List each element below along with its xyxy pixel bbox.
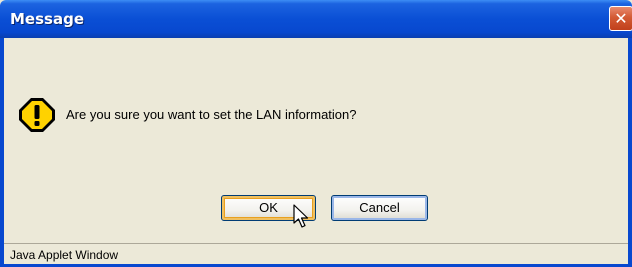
- mouse-pointer-icon: [293, 204, 309, 228]
- dialog-message: Are you sure you want to set the LAN inf…: [66, 107, 357, 122]
- dialog-body: Are you sure you want to set the LAN inf…: [4, 38, 628, 243]
- warning-icon: [19, 98, 55, 132]
- window-title: Message: [10, 10, 84, 28]
- close-icon: ✕: [614, 9, 628, 28]
- close-button[interactable]: ✕: [609, 6, 632, 31]
- cancel-button[interactable]: Cancel: [331, 195, 428, 221]
- window-frame-right: [628, 38, 632, 267]
- title-bar[interactable]: Message ✕: [0, 0, 632, 38]
- status-text: Java Applet Window: [10, 248, 119, 262]
